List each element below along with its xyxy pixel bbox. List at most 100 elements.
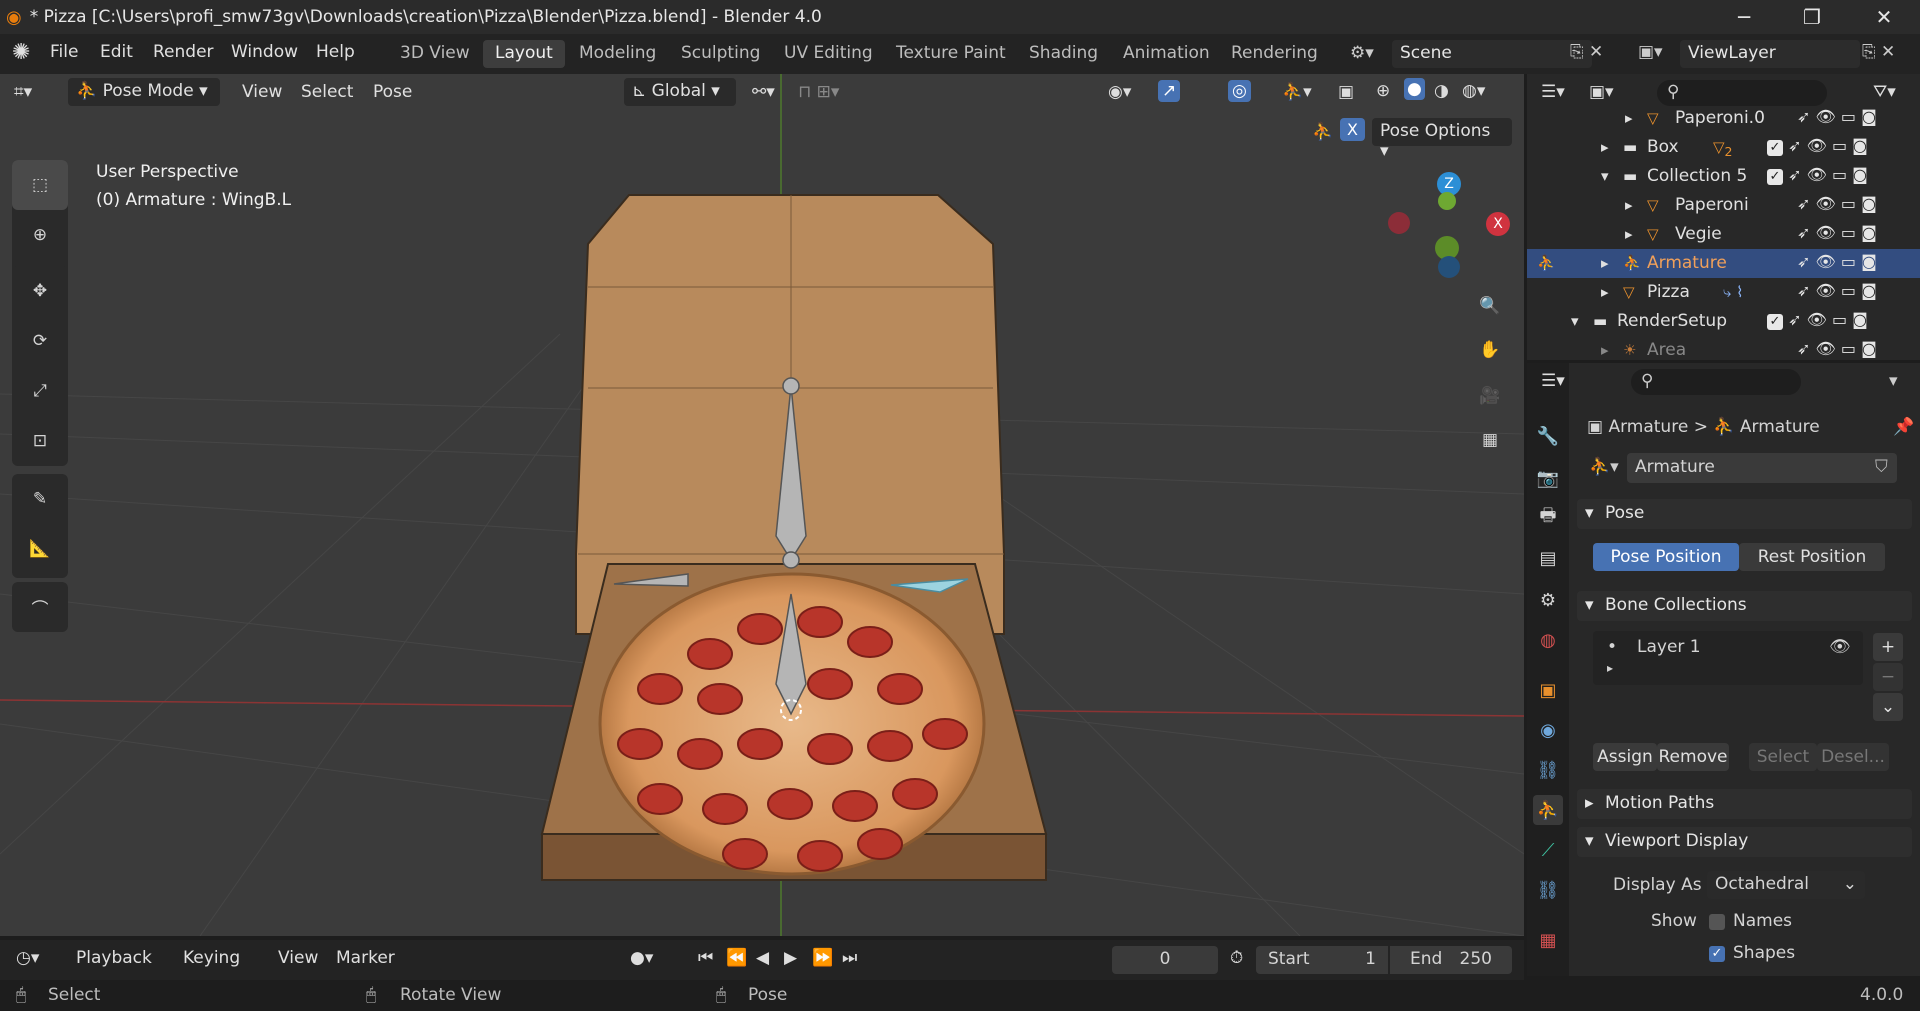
3d-viewport[interactable]: User Perspective (0) Armature : WingB.L bbox=[0, 74, 1524, 936]
next-keyframe-icon[interactable]: ⏩ bbox=[812, 948, 833, 968]
xray-icon[interactable]: ▣ bbox=[1338, 82, 1354, 102]
row-visibility-icons[interactable]: ➶ 👁 ▭ ◙ bbox=[1797, 194, 1877, 213]
expand-arrow-icon[interactable]: ▸ bbox=[1625, 109, 1633, 127]
visibility-icon[interactable]: ◉▾ bbox=[1108, 82, 1131, 102]
tab-texture-paint[interactable]: Texture Paint bbox=[884, 40, 1018, 68]
menu-keying[interactable]: Keying bbox=[183, 948, 240, 968]
tab-layout[interactable]: Layout bbox=[483, 40, 565, 68]
outliner-row-paperoni[interactable]: ▸ ▽ Paperoni ➶ 👁 ▭ ◙ bbox=[1527, 191, 1920, 220]
deselect-button[interactable]: Desel... bbox=[1817, 743, 1889, 771]
tab-uv-editing[interactable]: UV Editing bbox=[772, 40, 885, 68]
physics-tab-icon[interactable]: ◉ bbox=[1533, 715, 1563, 745]
names-label[interactable]: Names bbox=[1733, 911, 1792, 931]
bone-collections-panel-header[interactable]: ▾ Bone Collections bbox=[1577, 591, 1912, 621]
shapes-label[interactable]: Shapes bbox=[1733, 943, 1795, 963]
outliner-row-box[interactable]: ▸ ▬ Box ▽2 ✓ ➶ 👁 ▭ ◙ bbox=[1527, 133, 1920, 162]
mode-selector[interactable]: ⛹ Pose Mode ▾ bbox=[68, 78, 220, 106]
checkbox-icon[interactable]: ✓ bbox=[1767, 314, 1783, 330]
neg-x-axis-handle[interactable] bbox=[1388, 212, 1410, 234]
menu-file[interactable]: File bbox=[50, 42, 78, 62]
pivot-icon[interactable]: ⚯▾ bbox=[752, 82, 775, 102]
outliner-search-input[interactable]: ⚲ bbox=[1657, 80, 1827, 106]
jump-start-icon[interactable]: ⏮ bbox=[698, 948, 713, 968]
bone-collection-list[interactable]: • Layer 1 👁 ▸ bbox=[1593, 631, 1863, 685]
menu-render[interactable]: Render bbox=[153, 42, 214, 62]
outliner-row-paperoni-0[interactable]: ▸ ▽ Paperoni.0 ➶ 👁 ▭ ◙ bbox=[1527, 104, 1920, 133]
navigation-gizmo[interactable]: Z X bbox=[1380, 168, 1510, 278]
close-button[interactable]: ✕ bbox=[1856, 0, 1912, 34]
measure-tool-icon[interactable]: 📐 bbox=[12, 524, 68, 574]
tab-animation[interactable]: Animation bbox=[1111, 40, 1222, 68]
tab-modeling[interactable]: Modeling bbox=[567, 40, 668, 68]
jump-end-icon[interactable]: ⏭ bbox=[842, 948, 857, 968]
view-layer-field[interactable]: ViewLayer bbox=[1680, 40, 1860, 68]
tab-rendering[interactable]: Rendering bbox=[1219, 40, 1330, 68]
scene-tab-icon[interactable]: ⚙ bbox=[1533, 585, 1563, 615]
outliner-row-rendersetup[interactable]: ▾ ▬ RenderSetup ✓ ➶ 👁 ▭ ◙ bbox=[1527, 307, 1920, 336]
menu-edit[interactable]: Edit bbox=[100, 42, 133, 62]
snap-icon[interactable]: ⊓ ⊞▾ bbox=[798, 82, 839, 102]
list-expand-icon[interactable]: ▸ bbox=[1607, 661, 1613, 675]
material-shading-icon[interactable]: ◑ bbox=[1434, 81, 1449, 101]
row-visibility-icons[interactable]: ➶ 👁 ▭ ◙ bbox=[1797, 223, 1877, 242]
zoom-icon[interactable]: 🔍 bbox=[1470, 286, 1510, 326]
remove-collection-button[interactable]: − bbox=[1873, 663, 1903, 691]
fake-user-shield-icon[interactable]: ⛉ bbox=[1875, 457, 1888, 477]
row-visibility-icons[interactable]: ➶ 👁 ▭ ◙ bbox=[1797, 281, 1877, 300]
expand-arrow-icon[interactable]: ▸ bbox=[1601, 283, 1609, 301]
scene-field[interactable]: Scene bbox=[1392, 40, 1592, 68]
collapse-arrow-icon[interactable]: ▾ bbox=[1601, 167, 1609, 185]
breakdowner-tool-icon[interactable]: ⌒ bbox=[12, 582, 68, 632]
view-layer-tab-icon[interactable]: ▤ bbox=[1533, 543, 1563, 573]
select-box-tool-icon[interactable]: ⬚ bbox=[12, 160, 68, 210]
world-tab-icon[interactable]: ◍ bbox=[1533, 625, 1563, 655]
pin-icon[interactable]: 📌 bbox=[1893, 417, 1914, 437]
menu-timeline-view[interactable]: View bbox=[278, 948, 318, 968]
solid-shading-icon[interactable]: ● bbox=[1404, 78, 1425, 100]
outliner-row-collection-5[interactable]: ▾ ▬ Collection 5 ✓ ➶ 👁 ▭ ◙ bbox=[1527, 162, 1920, 191]
checkbox-icon[interactable]: ✓ bbox=[1767, 169, 1783, 185]
transform-tool-icon[interactable]: ⊡ bbox=[12, 416, 68, 466]
bone-overlay-icon[interactable]: ⛹▾ bbox=[1282, 82, 1312, 102]
armature-data-tab-icon[interactable]: ⛹ bbox=[1533, 795, 1563, 825]
outliner-editor-icon[interactable]: ☰▾ bbox=[1541, 82, 1565, 102]
motion-paths-panel-header[interactable]: ▸ Motion Paths bbox=[1577, 789, 1912, 819]
restore-button[interactable]: ❐ bbox=[1784, 0, 1840, 34]
expand-arrow-icon[interactable]: ▸ bbox=[1625, 225, 1633, 243]
annotate-tool-icon[interactable]: ✎ bbox=[12, 474, 68, 524]
expand-arrow-icon[interactable]: ▸ bbox=[1601, 341, 1609, 359]
preview-range-icon[interactable]: ⏱ bbox=[1230, 948, 1243, 968]
start-frame-field[interactable]: Start 1 bbox=[1256, 946, 1388, 974]
assign-button[interactable]: Assign bbox=[1593, 743, 1657, 771]
minimize-button[interactable]: ─ bbox=[1716, 0, 1772, 34]
texture-tab-icon[interactable]: ▦ bbox=[1533, 925, 1563, 955]
outliner-row-vegie[interactable]: ▸ ▽ Vegie ➶ 👁 ▭ ◙ bbox=[1527, 220, 1920, 249]
filter-icon[interactable]: ⛛▾ bbox=[1873, 82, 1896, 102]
pose-position-button[interactable]: Pose Position bbox=[1593, 543, 1739, 571]
play-reverse-icon[interactable]: ◀ bbox=[756, 948, 769, 968]
timeline-editor-icon[interactable]: ◷▾ bbox=[16, 948, 39, 968]
expand-arrow-icon[interactable]: ▸ bbox=[1625, 196, 1633, 214]
shapes-checkbox[interactable]: ✓ bbox=[1709, 946, 1725, 962]
cursor-tool-icon[interactable]: ⊕ bbox=[12, 210, 68, 260]
rendered-shading-icon[interactable]: ◍▾ bbox=[1462, 81, 1485, 101]
x-axis-handle[interactable]: X bbox=[1486, 212, 1510, 236]
camera-view-icon[interactable]: 🎥 bbox=[1470, 376, 1510, 416]
menu-view[interactable]: View bbox=[242, 82, 282, 102]
constraints-tab-icon[interactable]: ⛓ bbox=[1533, 755, 1563, 785]
menu-playback[interactable]: Playback bbox=[76, 948, 152, 968]
layer-1-label[interactable]: Layer 1 bbox=[1637, 637, 1701, 657]
move-tool-icon[interactable]: ✥ bbox=[12, 266, 68, 316]
end-frame-field[interactable]: End 250 bbox=[1390, 946, 1512, 974]
blender-menu-icon[interactable]: ✺ bbox=[12, 40, 30, 65]
current-frame-field[interactable]: 0 bbox=[1112, 946, 1218, 974]
select-button[interactable]: Select bbox=[1749, 743, 1817, 771]
add-collection-button[interactable]: + bbox=[1873, 633, 1903, 661]
menu-help[interactable]: Help bbox=[316, 42, 355, 62]
neg-z-axis-handle[interactable] bbox=[1438, 256, 1460, 278]
gizmo-toggle-icon[interactable]: ↗ bbox=[1158, 80, 1181, 102]
y-axis-handle[interactable] bbox=[1438, 192, 1456, 210]
row-visibility-icons[interactable]: ➶ 👁 ▭ ◙ bbox=[1797, 107, 1877, 126]
editor-type-icon[interactable]: ⌗▾ bbox=[14, 82, 32, 102]
viewport-display-panel-header[interactable]: ▾ Viewport Display bbox=[1577, 827, 1912, 857]
